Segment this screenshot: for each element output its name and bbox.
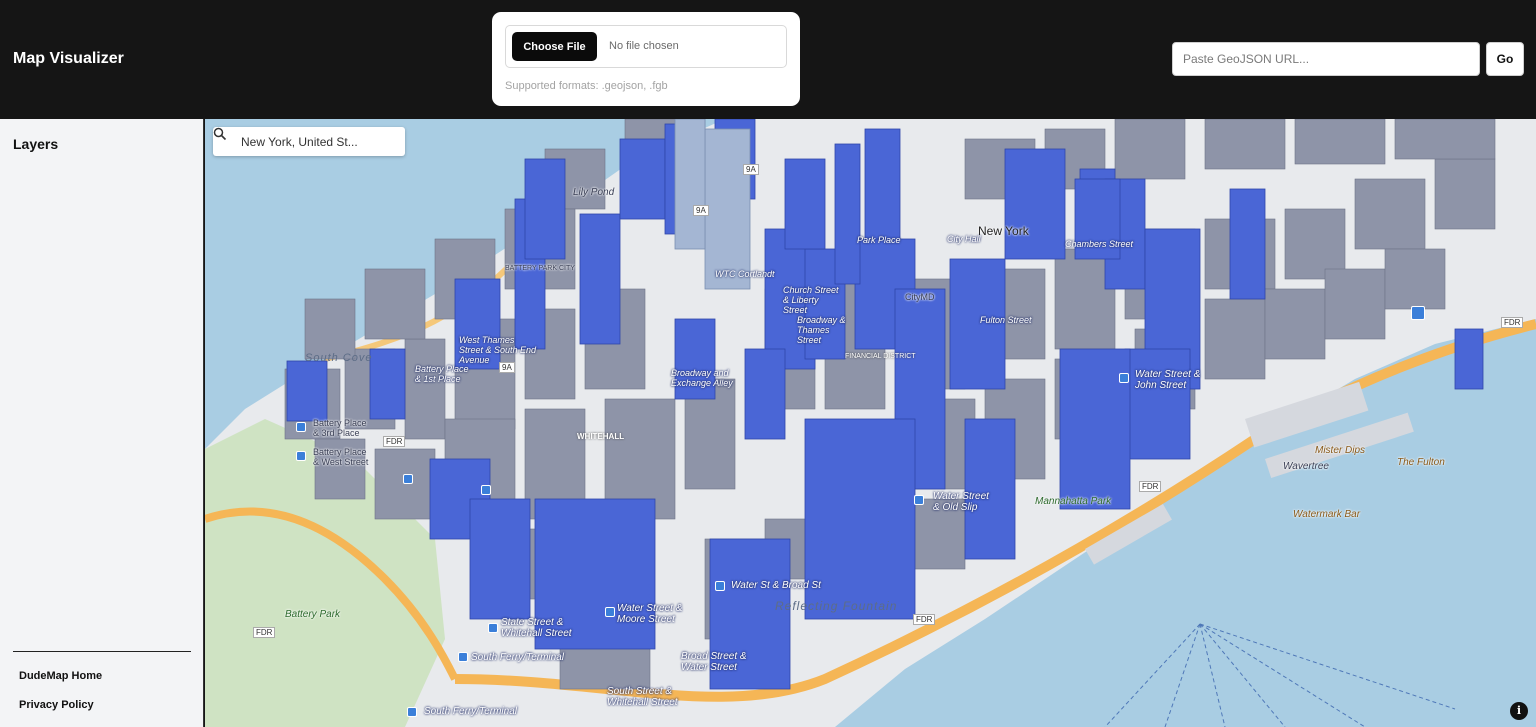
parking-icon[interactable] [1411, 306, 1425, 320]
label-watermark-bar: Watermark Bar [1293, 509, 1361, 520]
label-new-york: New York [978, 224, 1029, 238]
map-scene [205, 119, 1536, 727]
label-water-old-slip: Water Street & Old Slip [933, 491, 989, 513]
label-mannahatta-park: Mannahatta Park [1035, 496, 1112, 507]
bus-stop-icon[interactable] [296, 422, 306, 432]
top-bar: Map Visualizer Choose File No file chose… [0, 0, 1536, 119]
road-shield-fdr-3: FDR [913, 614, 936, 625]
bus-stop-icon[interactable] [488, 623, 498, 633]
label-fulton-street: Fulton Street [980, 315, 1032, 325]
label-battery-park-city: BATTERY PARK CITY [505, 265, 575, 272]
label-broad-water: Broad Street & Water Street [681, 651, 747, 673]
label-wtc-cortlandt: WTC Cortlandt [715, 269, 775, 279]
file-upload-card: Choose File No file chosen Supported for… [492, 12, 800, 106]
label-church-liberty: Church Street & Liberty Street [783, 285, 839, 315]
label-west-thames: West Thames Street & South End Avenue [459, 335, 537, 365]
label-lily-pond: Lily Pond [573, 187, 615, 198]
supported-formats: Supported formats: .geojson, .fgb [505, 80, 668, 92]
bus-stop-icon[interactable] [1119, 373, 1129, 383]
layers-sidebar: Layers DudeMap Home Privacy Policy [0, 119, 204, 727]
label-wavertree: Wavertree [1283, 461, 1329, 472]
file-input-row[interactable]: Choose File No file chosen [505, 25, 787, 68]
bus-stop-icon[interactable] [605, 607, 615, 617]
label-broadway-thames: Broadway & Thames Street [797, 315, 846, 345]
privacy-policy-link[interactable]: Privacy Policy [19, 699, 94, 711]
road-shield-fdr-5: FDR [1501, 317, 1524, 328]
label-state-whitehall: State Street & Whitehall Street [501, 617, 572, 639]
ferry-routes [1104, 623, 1456, 727]
road-shield-9a-1: 9A [743, 164, 759, 175]
bus-stop-icon[interactable] [481, 485, 491, 495]
label-financial-district: FINANCIAL DISTRICT [845, 353, 916, 360]
label-battery-place-3: Battery Place & West Street [313, 447, 369, 467]
bus-stop-icon[interactable] [296, 451, 306, 461]
file-status: No file chosen [609, 40, 679, 52]
label-south-whitehall: South Street & Whitehall Street [607, 686, 678, 708]
label-broadway-exchange: Broadway and Exchange Alley [671, 368, 733, 388]
label-battery-park: Battery Park [285, 609, 341, 620]
geojson-url-input[interactable] [1172, 42, 1480, 76]
label-city-hall: City Hall [947, 234, 981, 244]
label-water-moore: Water Street & Moore Street [617, 603, 683, 625]
label-battery-place-2: Battery Place & 3rd Place [313, 418, 367, 438]
label-chambers-street: Chambers Street [1065, 239, 1134, 249]
map-canvas[interactable]: New York, United St... New York South Co… [205, 119, 1536, 727]
label-water-john: Water Street & John Street [1135, 369, 1201, 391]
search-value: New York, United St... [241, 135, 358, 149]
label-citymd: CityMD [905, 292, 935, 302]
label-whitehall: WHITEHALL [577, 432, 625, 441]
dudemap-home-link[interactable]: DudeMap Home [19, 670, 102, 682]
sidebar-divider [13, 651, 191, 652]
search-icon [213, 127, 227, 141]
go-button[interactable]: Go [1486, 42, 1524, 76]
bus-stop-icon[interactable] [403, 474, 413, 484]
label-park-place: Park Place [857, 235, 901, 245]
label-the-fulton: The Fulton [1397, 457, 1445, 468]
label-mister-dips: Mister Dips [1315, 445, 1366, 456]
info-icon[interactable]: i [1510, 702, 1528, 720]
bus-stop-icon[interactable] [914, 495, 924, 505]
label-south-cove: South Cove [305, 352, 373, 364]
label-water-broad: Water St & Broad St [731, 580, 821, 591]
label-south-ferry-2: South Ferry/Terminal [424, 706, 517, 717]
label-south-ferry: South Ferry/Terminal [471, 652, 564, 663]
label-battery-place-1: Battery Place & 1st Place [415, 364, 469, 384]
bus-stop-icon[interactable] [407, 707, 417, 717]
app-title: Map Visualizer [13, 50, 124, 67]
road-shield-9a-2: 9A [693, 205, 709, 216]
layers-title: Layers [13, 136, 59, 152]
road-shield-fdr-2: FDR [253, 627, 276, 638]
choose-file-button[interactable]: Choose File [512, 32, 597, 61]
location-search[interactable]: New York, United St... [213, 127, 405, 156]
road-shield-fdr-4: FDR [1139, 481, 1162, 492]
road-shield-fdr-1: FDR [383, 436, 406, 447]
label-reflecting-fountain: Reflecting Fountain [775, 599, 898, 613]
bus-stop-icon[interactable] [458, 652, 468, 662]
bus-stop-icon[interactable] [715, 581, 725, 591]
road-shield-9a-3: 9A [499, 362, 515, 373]
